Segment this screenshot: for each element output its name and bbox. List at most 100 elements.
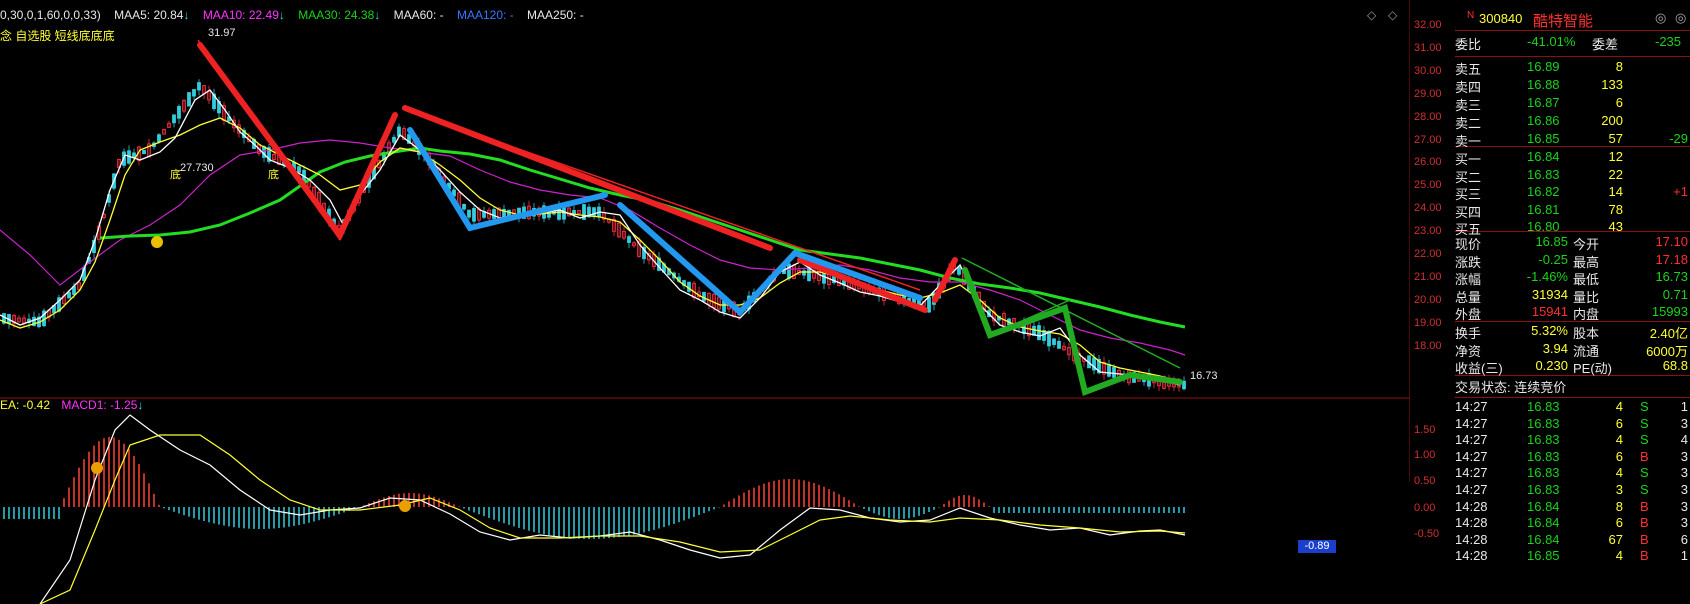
tick-count: 6 xyxy=(1680,531,1688,547)
tick-price: 16.83 xyxy=(1527,482,1560,497)
ask-volume: 57 xyxy=(1608,131,1623,146)
tick-volume: 4 xyxy=(1615,465,1623,481)
tick-count: 3 xyxy=(1680,482,1688,497)
quote-value: -1.46% xyxy=(1526,269,1568,284)
bid-volume: 43 xyxy=(1608,219,1623,234)
tick-count: 3 xyxy=(1680,498,1688,514)
price-axis-tick: 24.00 xyxy=(1414,202,1442,215)
bid-volume: 14 xyxy=(1608,184,1623,199)
macd-axis-tick: 0.50 xyxy=(1414,475,1436,487)
tick-volume: 4 xyxy=(1615,548,1623,564)
ask-price: 16.85 xyxy=(1527,131,1560,146)
bottom-mark-2: 底 xyxy=(268,169,279,181)
quote-label: 涨跌 xyxy=(1455,254,1482,270)
fund-label: 净资 xyxy=(1455,343,1482,359)
high-price-label: 31.97 xyxy=(208,27,236,39)
tick-side: B xyxy=(1640,448,1649,464)
bid-price: 16.81 xyxy=(1527,201,1560,217)
tick-count: 1 xyxy=(1680,399,1688,414)
stock-name[interactable]: 酷特智能 xyxy=(1533,10,1593,31)
tick-price: 16.83 xyxy=(1527,415,1560,431)
quote-label: 总量 xyxy=(1455,289,1482,305)
stock-menu-icon[interactable]: ◎ xyxy=(1655,10,1666,26)
bid-label: 买二 xyxy=(1455,169,1482,185)
fund-label-2: 股本 xyxy=(1573,326,1600,341)
macd-axis-tick: 1.00 xyxy=(1414,449,1436,461)
tick-side: S xyxy=(1640,465,1649,481)
current-low-label: 16.73 xyxy=(1190,370,1218,382)
tick-side: S xyxy=(1640,432,1649,448)
fund-value: 3.94 xyxy=(1542,340,1568,356)
price-axis-tick: 27.00 xyxy=(1414,133,1442,146)
mid-price-label: 27.730 xyxy=(180,162,214,174)
fund-label-2: PE(动) xyxy=(1573,361,1613,376)
stock-title: N 300840 酷特智能 ◎ ◎ xyxy=(1455,8,1690,30)
tick-time: 14:27 xyxy=(1455,482,1488,497)
tick-price: 16.85 xyxy=(1527,548,1560,564)
stock-settings-icon[interactable]: ◎ xyxy=(1675,10,1686,26)
tick-volume: 4 xyxy=(1615,432,1623,448)
quote-label: 外盘 xyxy=(1455,307,1482,322)
new-stock-flag: N xyxy=(1467,10,1475,21)
macd-current-badge: -0.89 xyxy=(1298,540,1336,553)
ratio-label: 委比 xyxy=(1455,37,1482,52)
price-axis-tick: 30.00 xyxy=(1414,64,1442,77)
bid-label: 买三 xyxy=(1455,187,1482,202)
macd-axis-tick: 0.00 xyxy=(1414,502,1436,514)
quote-label-2: 量比 xyxy=(1573,289,1600,305)
quote-value: 15941 xyxy=(1531,304,1568,319)
tick-time: 14:28 xyxy=(1455,548,1488,564)
tick-time: 14:28 xyxy=(1455,515,1488,531)
tick-side: B xyxy=(1640,548,1649,564)
quote-value-2: 16.73 xyxy=(1655,269,1688,284)
quote-value-2: 15993 xyxy=(1651,304,1688,319)
macd-chart[interactable] xyxy=(0,410,1410,604)
ask-label: 卖五 xyxy=(1455,62,1482,77)
bid-volume: 12 xyxy=(1608,149,1623,164)
tick-volume: 6 xyxy=(1615,415,1623,431)
tick-time: 14:28 xyxy=(1455,498,1488,514)
tick-side: B xyxy=(1640,515,1649,531)
ask-price: 16.86 xyxy=(1527,113,1560,128)
quote-label: 涨幅 xyxy=(1455,272,1482,287)
bid-price: 16.80 xyxy=(1527,219,1560,234)
fund-label-2: 流通 xyxy=(1573,343,1600,359)
ask-volume: 8 xyxy=(1615,59,1623,74)
ask-label: 卖四 xyxy=(1455,80,1482,95)
ask-label: 卖一 xyxy=(1455,134,1482,149)
ma5-line xyxy=(0,89,1181,386)
fund-value-2: 68.8 xyxy=(1662,358,1688,373)
stock-code[interactable]: 300840 xyxy=(1479,11,1522,26)
tick-time: 14:27 xyxy=(1455,415,1488,431)
price-axis-tick: 23.00 xyxy=(1414,225,1442,238)
quote-label: 现价 xyxy=(1455,237,1482,252)
macd-signal-icon-2 xyxy=(399,500,411,512)
bid-volume: 22 xyxy=(1608,166,1623,182)
quote-value-2: 17.10 xyxy=(1655,234,1688,249)
price-axis-tick: 26.00 xyxy=(1414,156,1442,169)
fund-value-2: 6000万 xyxy=(1646,343,1688,359)
tick-count: 3 xyxy=(1680,515,1688,531)
tick-price: 16.84 xyxy=(1527,498,1560,514)
tick-time: 14:27 xyxy=(1455,399,1488,414)
quote-value-2: 0.71 xyxy=(1662,286,1688,302)
tick-price: 16.83 xyxy=(1527,448,1560,464)
quote-value: 31934 xyxy=(1531,286,1568,302)
tick-volume: 6 xyxy=(1615,448,1623,464)
quote-panel: N 300840 酷特智能 ◎ ◎ 委比 -41.01% 委差 -235 交易状… xyxy=(1455,8,1690,604)
ask-volume: 133 xyxy=(1601,77,1623,92)
tick-volume: 67 xyxy=(1608,531,1623,547)
ratio-value: -41.01% xyxy=(1527,34,1576,49)
bid-change: +1 xyxy=(1673,184,1688,199)
price-axis-tick: 29.00 xyxy=(1414,87,1442,100)
ask-change: -29 xyxy=(1669,131,1688,146)
ask-price: 16.88 xyxy=(1527,77,1560,92)
price-axis-tick: 25.00 xyxy=(1414,179,1442,192)
order-ratio-row: 委比 -41.01% 委差 -235 xyxy=(1455,34,1690,56)
ma60-line xyxy=(99,146,1186,329)
bid-price: 16.82 xyxy=(1527,184,1560,199)
bid-volume: 78 xyxy=(1608,201,1623,217)
tick-time: 14:27 xyxy=(1455,432,1488,448)
tick-price: 16.84 xyxy=(1527,531,1560,547)
fund-label: 收益(三) xyxy=(1455,361,1503,376)
